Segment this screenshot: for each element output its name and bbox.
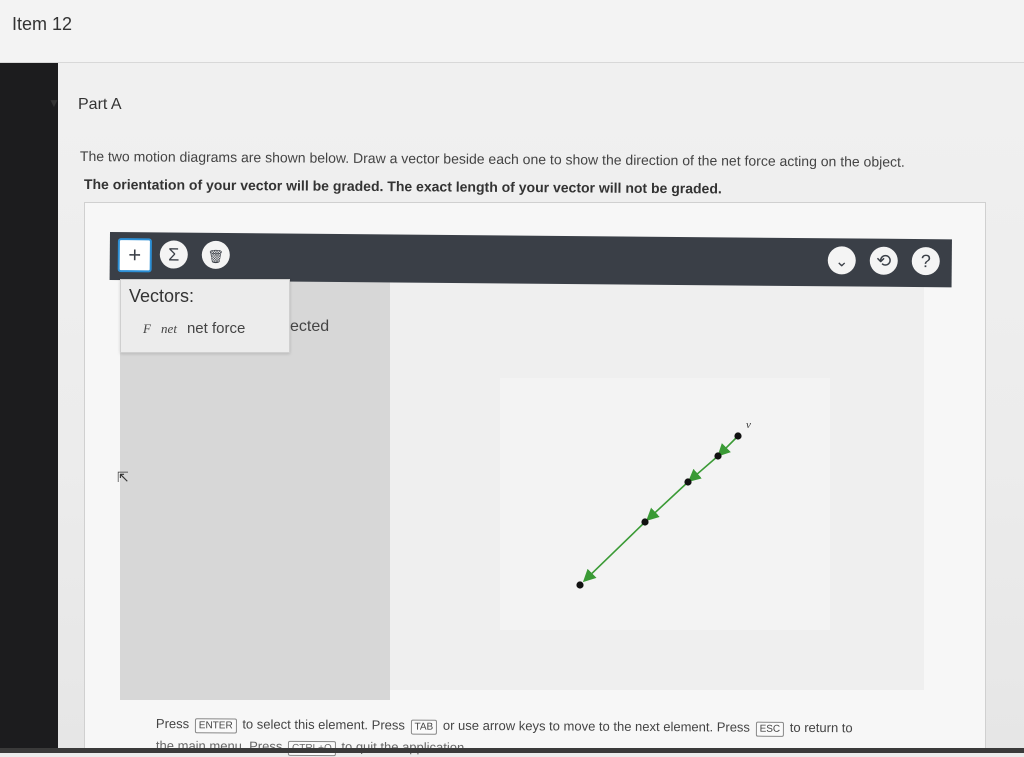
trash-icon: 🗑 bbox=[207, 248, 225, 264]
item-title: Item 12 bbox=[12, 14, 73, 34]
help-icon: ? bbox=[920, 251, 931, 272]
add-vector-button[interactable]: + bbox=[117, 238, 152, 273]
keyboard-help-text: Press bbox=[155, 716, 190, 732]
vectors-menu-title: Vectors: bbox=[129, 286, 195, 306]
triangle-down-icon[interactable]: ▼ bbox=[48, 96, 60, 110]
part-title[interactable]: Part A bbox=[78, 96, 122, 114]
tab-key: TAB bbox=[410, 719, 438, 735]
cursor-icon: ⇱ bbox=[117, 469, 129, 485]
vectors-menu: Vectors: F⃗net net force bbox=[120, 279, 290, 353]
dropdown-button[interactable]: ⌄ bbox=[827, 246, 856, 275]
screen-bottom-edge bbox=[0, 748, 1024, 753]
net-force-symbol: F⃗net bbox=[143, 321, 177, 336]
keyboard-help-text: to return to bbox=[789, 719, 853, 736]
plus-icon: + bbox=[128, 242, 142, 268]
enter-key: ENTER bbox=[194, 718, 237, 734]
delete-button[interactable]: 🗑 bbox=[201, 240, 230, 270]
net-force-label: net force bbox=[186, 320, 246, 337]
motion-diagram-area[interactable] bbox=[500, 378, 830, 630]
esc-key: ESC bbox=[755, 721, 785, 737]
reset-button[interactable]: ⟲ bbox=[869, 246, 898, 275]
reset-icon: ⟲ bbox=[876, 250, 892, 271]
chevron-down-icon: ⌄ bbox=[834, 253, 849, 271]
selected-label-fragment: ected bbox=[290, 318, 330, 335]
keyboard-help-text: to select this element. Press bbox=[242, 716, 405, 733]
net-force-item[interactable]: F⃗net net force bbox=[143, 320, 245, 337]
help-button[interactable]: ? bbox=[911, 246, 940, 276]
item-header: Item 12 bbox=[0, 0, 1024, 63]
sigma-icon: Σ bbox=[168, 244, 180, 265]
sum-button[interactable]: Σ bbox=[159, 240, 188, 269]
keyboard-help-text: or use arrow keys to move to the next el… bbox=[442, 717, 751, 735]
screen-bezel bbox=[0, 0, 58, 753]
